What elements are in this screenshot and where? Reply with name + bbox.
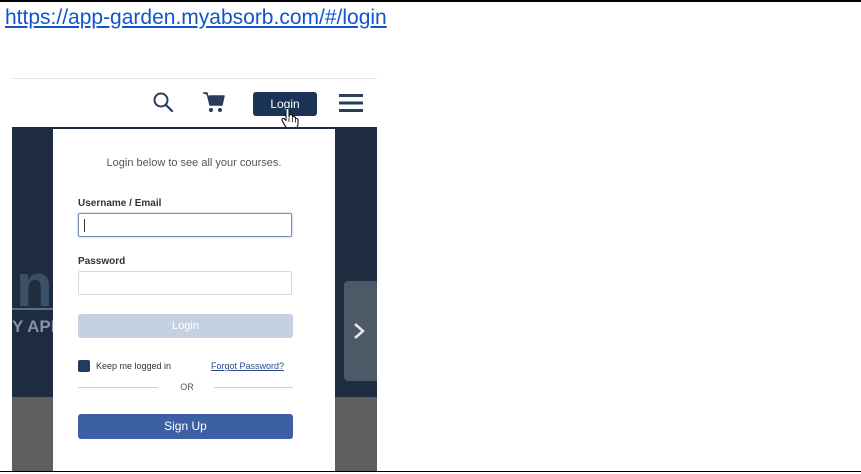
login-intro-text: Login below to see all your courses. [106,157,282,169]
hero-divider [12,308,54,310]
keep-logged-in-label[interactable]: Keep me logged in [96,361,171,371]
username-input[interactable] [78,213,292,237]
chevron-right-icon [354,323,365,339]
or-divider-left [78,387,158,388]
login-submit-button[interactable]: Login [78,314,293,338]
search-icon[interactable] [152,91,174,113]
username-label: Username / Email [78,198,162,209]
forgot-password-link[interactable]: Forgot Password? [211,361,284,371]
login-url-link[interactable]: https://app-garden.myabsorb.com/#/login [5,6,387,30]
top-rule [0,0,861,2]
carousel-next-button[interactable] [344,281,377,381]
login-panel: Login below to see all your courses. Use… [53,129,335,472]
password-input[interactable] [78,271,292,295]
bottom-rule [0,471,861,472]
or-divider-right [214,387,293,388]
site-header: Login [12,79,377,131]
hamburger-menu-icon[interactable] [339,93,363,113]
sign-up-button[interactable]: Sign Up [78,414,293,439]
or-divider-text: OR [180,382,194,392]
password-label: Password [78,256,126,267]
text-caret [84,219,85,232]
keep-logged-in-checkbox[interactable] [78,360,90,372]
login-screenshot: Login n Y APP Login below to see all you… [12,78,377,472]
cart-icon[interactable] [201,90,227,114]
